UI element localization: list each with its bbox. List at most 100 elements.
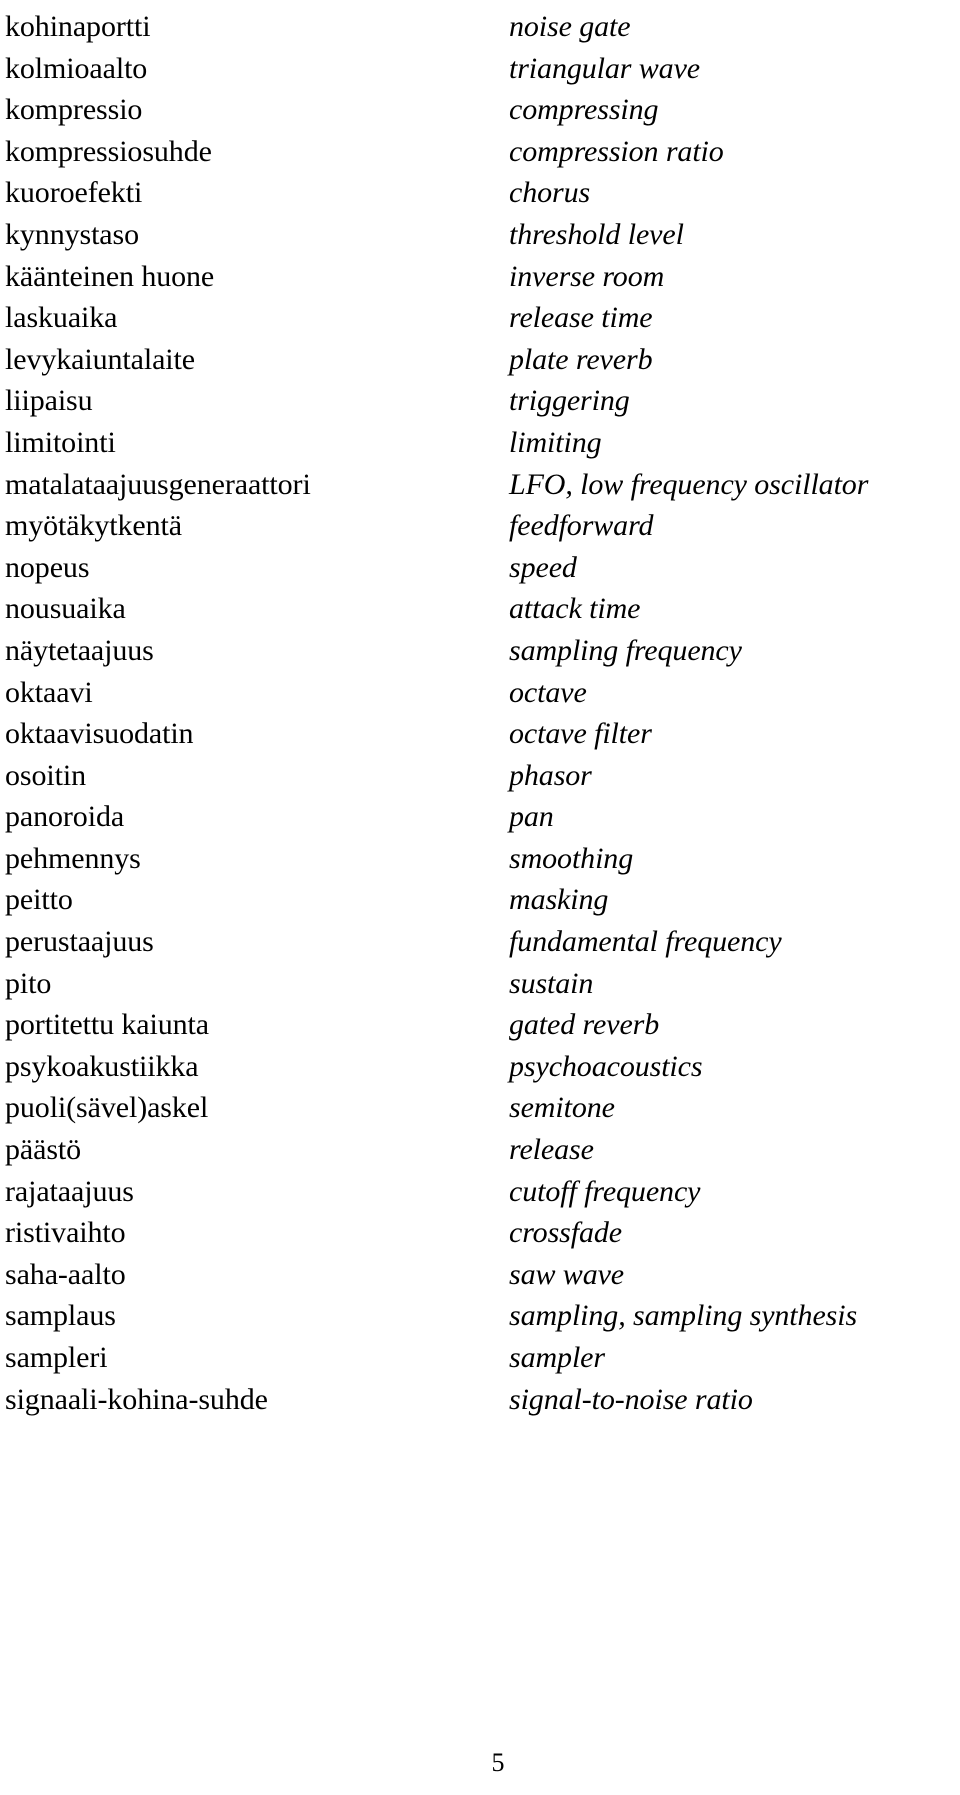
- glossary-row: signaali-kohina-suhde signal-to-noise rat…: [0, 1379, 960, 1421]
- glossary-row: näytetaajuus sampling frequency: [0, 630, 960, 672]
- glossary-row: saha-aalto saw wave: [0, 1254, 960, 1296]
- term-source: liipaisu: [5, 384, 93, 418]
- page-number: 5: [0, 1748, 960, 1778]
- term-source: sampleri: [5, 1341, 108, 1374]
- term-source: nousuaika: [5, 592, 126, 626]
- term-translation: cutoff frequency: [509, 1174, 701, 1208]
- glossary-row: oktaavisuodatin octave filter: [0, 713, 960, 755]
- term-translation: limiting: [509, 425, 602, 459]
- term-source: näytetaajuus: [5, 633, 154, 667]
- term-source: ristivaihto: [5, 1216, 126, 1250]
- term-source: nopeus: [5, 550, 90, 584]
- glossary-row: kuoroefekti chorus: [0, 172, 960, 214]
- term-source: oktaavi: [5, 675, 93, 709]
- page-number-value: 5: [491, 1748, 505, 1777]
- term-translation: gated reverb: [509, 1008, 660, 1042]
- term-translation: triangular wave: [509, 51, 700, 85]
- term-translation: saw wave: [509, 1257, 625, 1291]
- term-source: laskuaika: [5, 301, 118, 335]
- term-source: kolmioaalto: [5, 51, 148, 85]
- glossary-row: kohinaportti noise gate: [0, 6, 960, 48]
- term-translation: signal-to-noise ratio: [509, 1382, 753, 1416]
- term-source: portitettu kaiunta: [5, 1008, 209, 1042]
- term-source: perustaajuus: [5, 925, 154, 959]
- term-translation: triggering: [509, 384, 630, 418]
- glossary-row: samplaus sampling, sampling synthesis: [0, 1295, 960, 1337]
- term-translation: compressing: [509, 93, 659, 127]
- term-source: pito: [5, 966, 52, 1000]
- glossary-row: perustaajuus fundamental frequency: [0, 921, 960, 963]
- glossary-row: osoitin phasor: [0, 755, 960, 797]
- glossary-row: pehmennys smoothing: [0, 838, 960, 880]
- term-translation: phasor: [509, 758, 592, 792]
- term-translation: chorus: [509, 176, 591, 210]
- term-source: signaali-kohina-suhde: [5, 1382, 268, 1416]
- term-source: psykoakustiikka: [5, 1049, 199, 1083]
- term-translation: crossfade: [509, 1216, 622, 1250]
- glossary-row: portitettu kaiunta gated reverb: [0, 1004, 960, 1046]
- term-translation: attack time: [509, 592, 641, 626]
- glossary-row: nousuaika attack time: [0, 588, 960, 630]
- term-translation: octave filter: [509, 717, 652, 751]
- term-source: kynnystaso: [5, 217, 140, 251]
- glossary-row: päästö release: [0, 1129, 960, 1171]
- term-source: käänteinen huone: [5, 259, 215, 293]
- term-translation: LFO, low frequency oscillator: [509, 467, 869, 501]
- term-translation: octave: [509, 675, 587, 709]
- term-source: puoli(sävel)askel: [5, 1091, 209, 1125]
- term-translation: sampling, sampling synthesis: [509, 1299, 858, 1333]
- term-translation: smoothing: [509, 841, 634, 875]
- glossary-row: oktaavi octave: [0, 672, 960, 714]
- term-translation: plate reverb: [509, 342, 653, 376]
- glossary-row: kompressiosuhde compression ratio: [0, 131, 960, 173]
- glossary-row: ristivaihto crossfade: [0, 1212, 960, 1254]
- glossary-row: myötäkytkentä feedforward: [0, 505, 960, 547]
- term-source: panoroida: [5, 800, 125, 834]
- term-source: rajataajuus: [5, 1174, 134, 1208]
- glossary-row: liipaisu triggering: [0, 380, 960, 422]
- term-translation: masking: [509, 883, 609, 917]
- term-translation: psychoacoustics: [509, 1049, 703, 1083]
- glossary-row: levykaiuntalaite plate reverb: [0, 339, 960, 381]
- term-source: peitto: [5, 883, 73, 917]
- term-source: oktaavisuodatin: [5, 717, 194, 751]
- term-translation: fundamental frequency: [509, 925, 782, 959]
- glossary-list: kohinaportti noise gate kolmioaalto triangu…: [0, 6, 960, 1420]
- glossary-row: kynnystaso threshold level: [0, 214, 960, 256]
- glossary-row: peitto masking: [0, 879, 960, 921]
- glossary-row: puoli(sävel)askel semitone: [0, 1087, 960, 1129]
- term-translation: inverse room: [509, 259, 665, 293]
- term-source: kompressio: [5, 93, 143, 127]
- term-translation: sustain: [509, 966, 594, 1000]
- term-source: levykaiuntalaite: [5, 342, 195, 376]
- glossary-row: kompressio compressing: [0, 89, 960, 131]
- term-source: kuoroefekti: [5, 176, 143, 210]
- term-source: pehmennys: [5, 841, 141, 875]
- glossary-row: pito sustain: [0, 963, 960, 1005]
- term-translation: feedforward: [509, 509, 654, 543]
- term-translation: speed: [509, 550, 577, 584]
- term-source: saha-aalto: [5, 1257, 126, 1291]
- term-translation: pan: [509, 800, 554, 834]
- term-source: samplaus: [5, 1299, 116, 1333]
- term-translation: release time: [509, 301, 653, 335]
- term-translation: sampling frequency: [509, 633, 742, 667]
- glossary-row: panoroida pan: [0, 796, 960, 838]
- glossary-page: kohinaportti noise gate kolmioaalto triangu…: [0, 0, 960, 1795]
- term-translation: noise gate: [509, 10, 631, 43]
- glossary-row: psykoakustiikka psychoacoustics: [0, 1046, 960, 1088]
- term-translation: sampler: [509, 1341, 605, 1374]
- glossary-row: sampleri sampler: [0, 1337, 960, 1379]
- term-source: kompressiosuhde: [5, 134, 212, 168]
- term-source: kohinaportti: [5, 10, 151, 43]
- glossary-row: limitointi limiting: [0, 422, 960, 464]
- term-source: matalataajuusgeneraattori: [5, 467, 311, 501]
- glossary-row: laskuaika release time: [0, 297, 960, 339]
- term-source: osoitin: [5, 758, 86, 792]
- glossary-row: kolmioaalto triangular wave: [0, 48, 960, 90]
- term-translation: compression ratio: [509, 134, 724, 168]
- glossary-row: nopeus speed: [0, 547, 960, 589]
- glossary-row: käänteinen huone inverse room: [0, 256, 960, 298]
- term-translation: semitone: [509, 1091, 615, 1125]
- term-source: limitointi: [5, 425, 116, 459]
